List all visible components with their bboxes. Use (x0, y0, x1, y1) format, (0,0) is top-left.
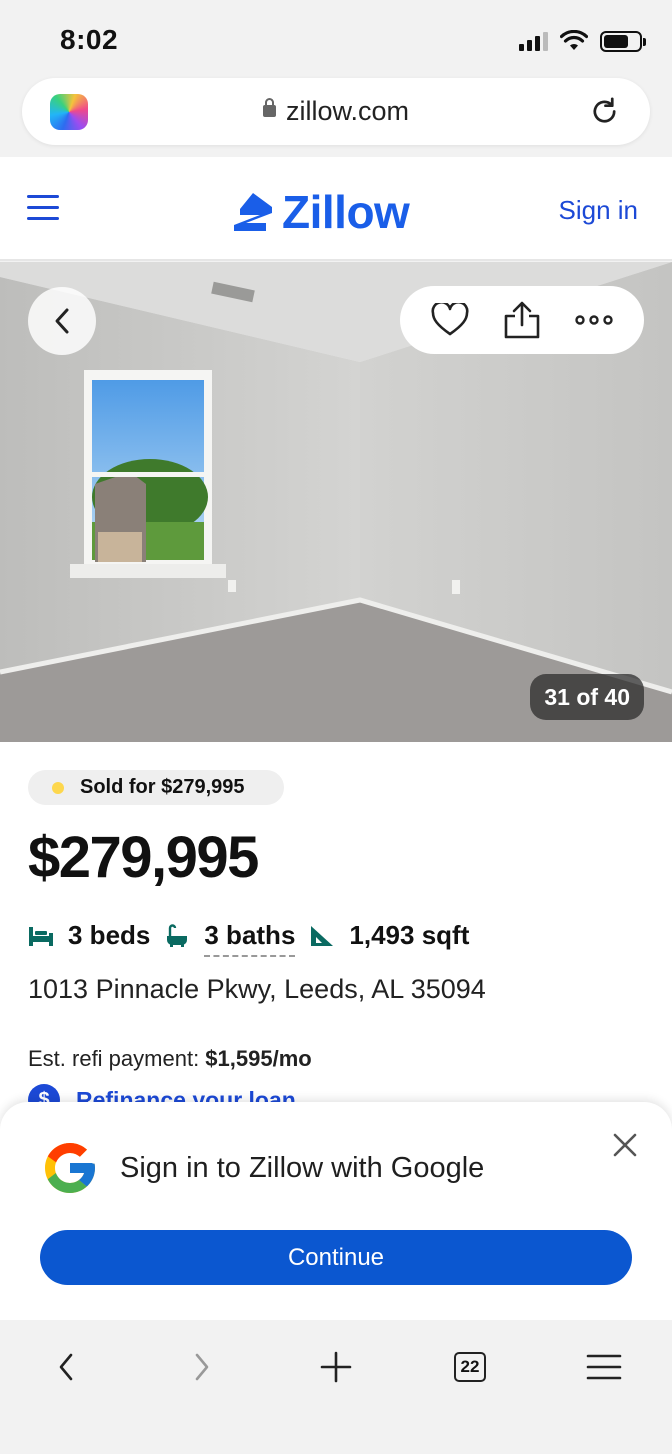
address-bar[interactable]: zillow.com (22, 78, 650, 145)
est-refi-value: $1,595/mo (205, 1046, 312, 1071)
sold-badge-label: Sold for $279,995 (80, 776, 245, 798)
sqft-label: 1,493 sqft (349, 920, 470, 950)
menu-icon[interactable] (27, 195, 59, 221)
status-bar: 8:02 (0, 0, 672, 78)
google-sign-in-prompt: Sign in to Zillow with Google Continue (0, 1102, 672, 1320)
browser-toolbar: 22 (0, 1320, 672, 1454)
bathtub-icon (167, 923, 188, 947)
photo-counter: 31 of 40 (530, 674, 644, 720)
plus-icon (320, 1351, 352, 1383)
heart-icon (431, 303, 469, 336)
status-badge: Sold for $279,995 (28, 770, 284, 805)
battery-icon (600, 30, 646, 52)
zillow-wordmark: Zillow (282, 186, 410, 238)
google-prompt-title: Sign in to Zillow with Google (120, 1152, 485, 1184)
more-horizontal-icon (575, 315, 613, 325)
status-time: 8:02 (60, 24, 119, 55)
continue-button[interactable]: Continue (40, 1230, 632, 1285)
menu-icon (586, 1354, 622, 1380)
wifi-icon (560, 30, 588, 50)
photo-back-button[interactable] (28, 287, 96, 355)
bed-icon (29, 926, 53, 946)
reload-icon[interactable] (589, 96, 620, 127)
more-button[interactable] (569, 295, 619, 345)
sqft-fact: 1,493 sqft (309, 920, 469, 951)
tabs-count: 22 (454, 1352, 486, 1382)
zillow-logo[interactable]: Zillow (232, 185, 410, 239)
ruler-triangle-icon (311, 925, 334, 946)
sold-dot (52, 781, 64, 794)
cellular-signal-icon (519, 31, 548, 51)
save-home-button[interactable] (425, 295, 475, 345)
photo-actions (400, 286, 644, 354)
new-tab-button[interactable] (306, 1342, 366, 1392)
google-logo-icon (45, 1143, 95, 1193)
listing-address: 1013 Pinnacle Pkwy, Leeds, AL 35094 (28, 974, 486, 1004)
share-button[interactable] (497, 295, 547, 345)
est-refi-label: Est. refi payment: (28, 1046, 206, 1071)
share-icon (504, 301, 540, 339)
listing-summary: Sold for $279,995 $279,995 3 beds 3 bath… (0, 742, 672, 1142)
listing-photo[interactable]: 31 of 40 (0, 262, 672, 742)
back-button[interactable] (36, 1342, 96, 1392)
beds-label: 3 beds (68, 920, 151, 950)
site-header: Zillow Sign in (0, 157, 672, 261)
sign-in-link[interactable]: Sign in (559, 195, 639, 226)
baths-fact[interactable]: 3 baths (164, 920, 296, 957)
url-text: zillow.com (285, 96, 410, 126)
forward-button[interactable] (172, 1342, 232, 1392)
close-icon[interactable] (612, 1132, 638, 1158)
listing-price: $279,995 (28, 825, 259, 890)
browser-menu-button[interactable] (574, 1342, 634, 1392)
zillow-house-icon (234, 193, 272, 231)
beds-fact: 3 beds (28, 920, 150, 951)
status-icons (519, 30, 646, 52)
est-refi-payment: Est. refi payment: $1,595/mo (28, 1046, 312, 1072)
chevron-left-icon (59, 1353, 73, 1381)
chevron-left-icon (55, 308, 69, 334)
home-facts: 3 beds 3 baths 1,493 sqft (28, 920, 483, 957)
tabs-button[interactable]: 22 (440, 1342, 500, 1392)
chevron-right-icon (195, 1353, 209, 1381)
baths-label: 3 baths (204, 920, 296, 957)
url-display[interactable]: zillow.com (22, 96, 650, 127)
lock-icon (262, 98, 276, 117)
